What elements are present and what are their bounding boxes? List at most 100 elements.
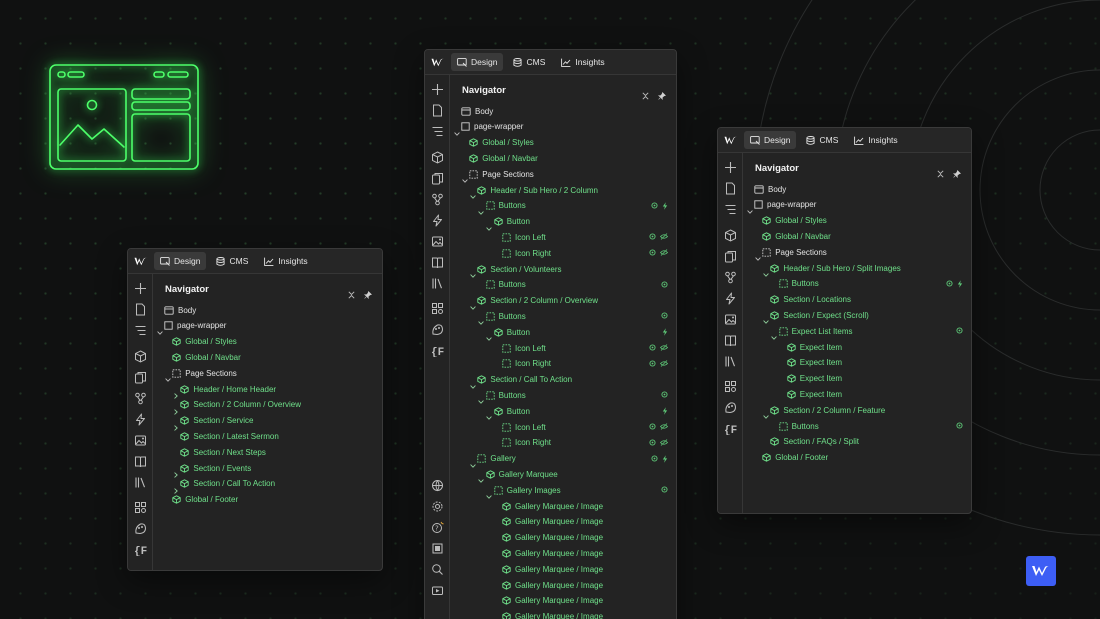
tree-toggle[interactable] — [486, 408, 492, 420]
tree-row[interactable]: Icon Right — [450, 436, 676, 450]
tree-row[interactable]: Gallery Marquee / Image — [450, 515, 676, 529]
tree-toggle[interactable] — [173, 465, 179, 478]
tree-row[interactable]: Button — [450, 404, 676, 420]
library-button[interactable] — [431, 277, 444, 290]
pin-panel-button[interactable] — [952, 165, 961, 183]
audit-button[interactable] — [724, 401, 737, 414]
pages-button[interactable] — [134, 303, 147, 316]
tree-toggle[interactable] — [470, 456, 476, 468]
tree-row[interactable]: Icon Right — [450, 357, 676, 371]
tree-toggle[interactable] — [763, 312, 769, 325]
tree-row[interactable]: Gallery Marquee — [450, 467, 676, 484]
navigator-button[interactable] — [724, 203, 737, 216]
collapse-all-button[interactable] — [937, 165, 944, 183]
tab-insights[interactable]: Insights — [258, 252, 313, 270]
tree-row[interactable]: Section / Latest Sermon — [153, 429, 382, 443]
tree-toggle[interactable] — [470, 298, 476, 310]
tree-row[interactable]: Button — [450, 215, 676, 231]
help-button[interactable]: ? — [431, 521, 444, 534]
cms-book-button[interactable] — [724, 334, 737, 347]
tree-row[interactable]: Header / Home Header — [153, 382, 382, 399]
tree-row[interactable]: Gallery — [450, 452, 676, 468]
audit-button[interactable] — [431, 323, 444, 336]
tree-row[interactable]: Gallery Images — [450, 483, 676, 499]
tree-row[interactable]: Buttons — [450, 278, 676, 292]
pin-panel-button[interactable] — [657, 87, 666, 105]
tree-row[interactable]: Global / Styles — [153, 335, 382, 349]
tree-row[interactable]: page-wrapper — [153, 319, 382, 335]
tree-row[interactable]: Section / Expect (Scroll) — [743, 308, 971, 325]
pages-button[interactable] — [724, 182, 737, 195]
tree-row[interactable]: Expect Item — [743, 372, 971, 386]
tree-row[interactable]: Gallery Marquee / Image — [450, 499, 676, 513]
tree-row[interactable]: page-wrapper — [450, 120, 676, 136]
tree-toggle[interactable] — [478, 471, 484, 484]
variables-button[interactable] — [134, 392, 147, 405]
tree-row[interactable]: Buttons — [743, 277, 971, 291]
tree-row[interactable]: Gallery Marquee / Image — [450, 594, 676, 608]
tree-row[interactable]: Global / Styles — [450, 136, 676, 150]
tree-row[interactable]: Section / 2 Column / Overview — [450, 294, 676, 310]
tree-row[interactable]: Buttons — [450, 199, 676, 215]
tab-design[interactable]: Design — [154, 252, 207, 270]
tree-row[interactable]: Section / Locations — [743, 293, 971, 307]
tree-toggle[interactable] — [763, 407, 769, 419]
tree-toggle[interactable] — [478, 392, 484, 405]
tree-row[interactable]: Expect Item — [743, 340, 971, 354]
assets-button[interactable] — [724, 313, 737, 326]
interactions-button[interactable] — [724, 292, 737, 305]
settings-gear-button[interactable] — [431, 500, 444, 513]
tree-toggle[interactable] — [470, 266, 476, 278]
cms-book-button[interactable] — [134, 455, 147, 468]
tree-row[interactable]: Icon Right — [450, 246, 676, 260]
tree-row[interactable]: Section / Volunteers — [450, 262, 676, 278]
globe-button[interactable] — [431, 479, 444, 492]
tree-row[interactable]: Section / 2 Column / Feature — [743, 403, 971, 419]
tree-row[interactable]: Global / Navbar — [450, 151, 676, 165]
tab-design[interactable]: Design — [451, 53, 504, 71]
tree-toggle[interactable] — [486, 329, 492, 341]
tree-row[interactable]: Page Sections — [153, 366, 382, 382]
webflow-logo[interactable] — [425, 58, 451, 67]
tree-toggle[interactable] — [173, 418, 179, 431]
tree-row[interactable]: Buttons — [450, 309, 676, 326]
apps-button[interactable] — [431, 302, 444, 315]
tab-insights[interactable]: Insights — [555, 53, 610, 71]
tree-row[interactable]: Icon Left — [450, 420, 676, 434]
tree-row[interactable]: Body — [743, 182, 971, 196]
tree-toggle[interactable] — [486, 219, 492, 231]
tab-insights[interactable]: Insights — [848, 131, 903, 149]
interactions-button[interactable] — [134, 413, 147, 426]
tree-row[interactable]: Page Sections — [743, 245, 971, 261]
navigator-button[interactable] — [134, 324, 147, 337]
styles-button[interactable] — [431, 172, 444, 185]
tree-row[interactable]: Global / Footer — [153, 493, 382, 507]
tree-row[interactable]: Icon Left — [450, 341, 676, 355]
tree-row[interactable]: Icon Left — [450, 230, 676, 244]
add-button[interactable] — [134, 282, 147, 295]
tree-toggle[interactable] — [486, 487, 492, 499]
tree-row[interactable]: Global / Styles — [743, 214, 971, 228]
tree-toggle[interactable] — [470, 187, 476, 199]
collapse-all-button[interactable] — [642, 87, 649, 105]
assets-button[interactable] — [431, 235, 444, 248]
tree-row[interactable]: Gallery Marquee / Image — [450, 578, 676, 592]
tree-row[interactable]: Section / FAQs / Split — [743, 435, 971, 449]
tree-toggle[interactable] — [763, 265, 769, 277]
tree-toggle[interactable] — [470, 377, 476, 389]
tree-row[interactable]: Section / Call To Action — [153, 477, 382, 494]
tab-design[interactable]: Design — [744, 131, 797, 149]
apps-button[interactable] — [134, 501, 147, 514]
tree-row[interactable]: Section / Events — [153, 461, 382, 478]
collapse-all-button[interactable] — [348, 286, 355, 304]
tree-row[interactable]: Section / Service — [153, 414, 382, 431]
tree-row[interactable]: Header / Sub Hero / 2 Column — [450, 183, 676, 199]
preview-square-button[interactable] — [431, 542, 444, 555]
tree-toggle[interactable] — [478, 203, 484, 215]
tree-row[interactable]: Buttons — [450, 388, 676, 405]
tree-toggle[interactable] — [771, 328, 777, 340]
code-braces-button[interactable]: {F — [431, 344, 444, 357]
library-button[interactable] — [724, 355, 737, 368]
tree-toggle[interactable] — [173, 386, 179, 399]
tree-row[interactable]: Section / Next Steps — [153, 445, 382, 459]
